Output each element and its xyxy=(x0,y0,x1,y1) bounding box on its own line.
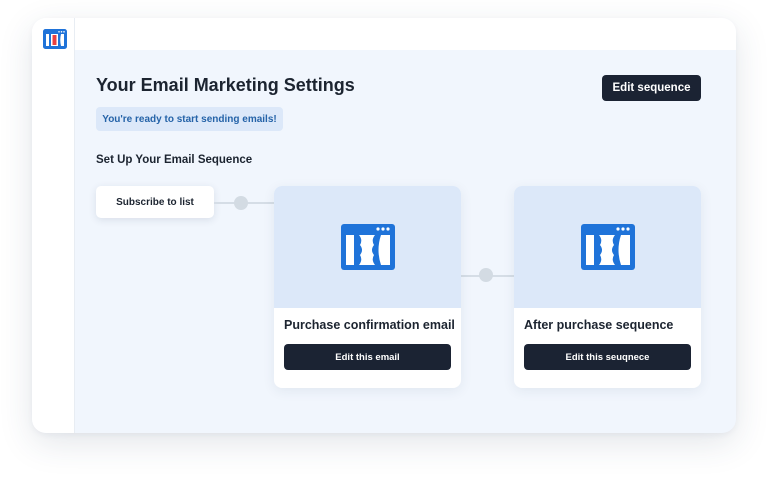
step-title: After purchase sequence xyxy=(524,318,674,332)
top-bar xyxy=(32,18,736,50)
email-step-card[interactable]: Purchase confirmation email Edit this em… xyxy=(274,186,461,388)
status-banner: You're ready to start sending emails! xyxy=(96,107,283,131)
clickfunnels-logo-icon xyxy=(580,224,635,270)
app-window: Your Email Marketing Settings Edit seque… xyxy=(32,18,736,433)
page-title: Your Email Marketing Settings xyxy=(96,75,355,95)
edit-sequence-button[interactable]: Edit sequence xyxy=(602,75,701,101)
sequence-step-card[interactable]: After purchase sequence Edit this seuqne… xyxy=(514,186,701,388)
edit-sequence-step-button[interactable]: Edit this seuqnece xyxy=(524,344,691,370)
sidebar xyxy=(32,18,75,433)
step-thumbnail xyxy=(514,186,701,308)
section-title: Set Up Your Email Sequence xyxy=(96,154,253,166)
edit-email-button[interactable]: Edit this email xyxy=(284,344,451,370)
step-title: Purchase confirmation email xyxy=(284,318,455,332)
connector-node[interactable] xyxy=(479,268,493,282)
step-thumbnail xyxy=(274,186,461,308)
clickfunnels-logo-icon[interactable] xyxy=(43,29,67,49)
connector-node[interactable] xyxy=(234,196,248,210)
clickfunnels-logo-icon xyxy=(340,224,395,270)
subscribe-to-list-trigger[interactable]: Subscribe to list xyxy=(96,186,214,218)
